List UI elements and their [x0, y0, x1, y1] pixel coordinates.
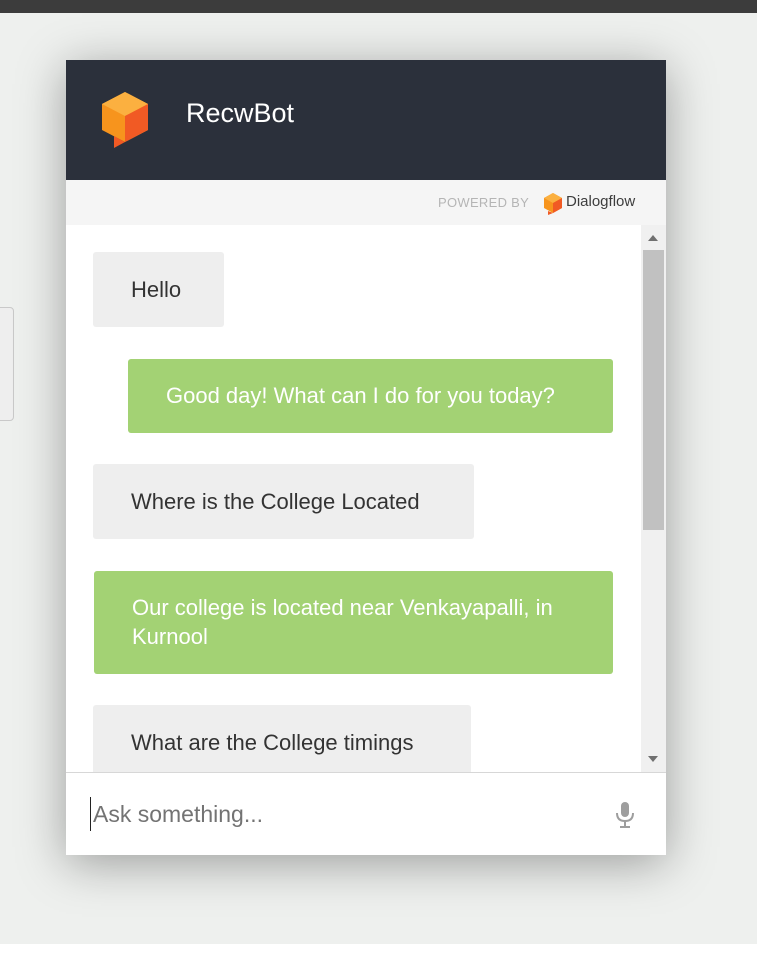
scroll-up-arrow-icon[interactable]	[648, 235, 658, 241]
page-bottom	[0, 944, 757, 979]
browser-top-bar	[0, 0, 757, 13]
input-bar	[66, 772, 666, 855]
dialogflow-logo-icon	[102, 92, 148, 148]
bot-message: Our college is located near Venkayapalli…	[94, 571, 613, 674]
bot-message: Good day! What can I do for you today?	[128, 359, 613, 433]
user-message: Where is the College Located	[93, 464, 474, 539]
ask-input[interactable]	[90, 797, 593, 831]
chatbot-widget: RecwBot POWERED BY Dialogflow Hello Good…	[66, 60, 666, 855]
chat-scrollbar[interactable]	[641, 225, 666, 772]
powered-by-bar: POWERED BY Dialogflow	[66, 180, 666, 225]
chat-history: Hello Good day! What can I do for you to…	[66, 225, 640, 772]
chat-header: RecwBot	[66, 60, 666, 180]
scrollbar-thumb[interactable]	[643, 250, 664, 530]
dialogflow-brand-name: Dialogflow	[566, 193, 636, 210]
scroll-down-arrow-icon[interactable]	[648, 756, 658, 762]
microphone-icon[interactable]	[614, 801, 636, 829]
side-tab[interactable]	[0, 307, 14, 421]
user-message: What are the College timings	[93, 705, 471, 772]
powered-by-label: POWERED BY	[438, 195, 530, 210]
dialogflow-small-icon	[544, 193, 562, 215]
bot-title: RecwBot	[186, 98, 295, 128]
user-message: Hello	[93, 252, 224, 327]
